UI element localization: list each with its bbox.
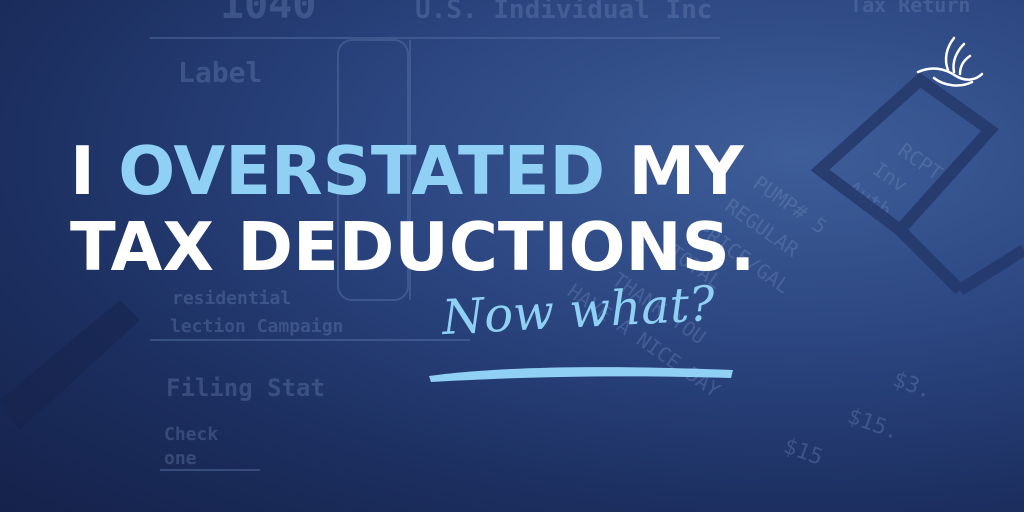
form-filing-status: Filing Stat: [166, 374, 325, 402]
return-label: Tax Return: [850, 0, 970, 17]
headline-suffix: MY: [605, 132, 744, 210]
form-check: Check: [164, 424, 218, 445]
receipt-amount: $15: [780, 434, 826, 471]
form-label: Label: [178, 56, 262, 89]
receipt-amount: $3.: [889, 367, 935, 404]
bird-logo-icon: [916, 36, 984, 87]
promo-banner: 1040 U.S. Individual Inc Tax Return Labe…: [0, 0, 1024, 512]
headline-line-1: I OVERSTATED MY: [70, 132, 744, 210]
form-presidential: residential: [172, 288, 291, 309]
headline-line-2: TAX DEDUCTIONS.: [70, 208, 756, 286]
headline-accent: OVERSTATED: [118, 132, 606, 210]
form-election: lection Campaign: [170, 316, 343, 337]
form-one: one: [164, 448, 197, 469]
form-title: U.S. Individual Inc: [415, 0, 712, 25]
receipt-amount: $15.: [844, 404, 902, 446]
headline-prefix: I: [70, 132, 119, 210]
brush-underline: [429, 367, 733, 382]
form-number: 1040: [220, 0, 316, 28]
headline: I OVERSTATED MY TAX DEDUCTIONS.: [70, 133, 755, 285]
